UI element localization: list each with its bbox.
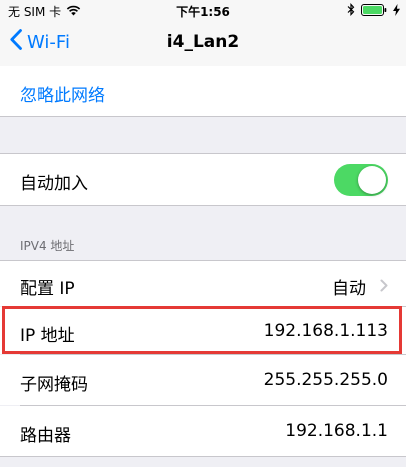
router-label: 路由器 (20, 426, 71, 446)
router-cell: 路由器 192.168.1.1 (0, 406, 406, 456)
page-title: i4_Lan2 (166, 32, 240, 52)
ipv4-section-header: IPV4 地址 (20, 239, 75, 253)
divider (0, 456, 406, 457)
divider (0, 205, 406, 206)
navigation-bar: Wi-Fi i4_Lan2 (0, 20, 406, 67)
forget-network-cell[interactable]: 忽略此网络 (0, 66, 406, 116)
bluetooth-icon (347, 2, 355, 19)
forget-network-link[interactable]: 忽略此网络 (20, 81, 105, 106)
divider (0, 116, 406, 117)
configure-ip-cell[interactable]: 配置 IP 自动 (0, 261, 406, 306)
battery-icon (361, 3, 387, 19)
ip-address-value: 192.168.1.113 (263, 321, 388, 341)
subnet-mask-value: 255.255.255.0 (263, 370, 388, 390)
configure-ip-label: 配置 IP (20, 279, 75, 299)
ip-address-label: IP 地址 (20, 326, 75, 346)
configure-ip-value: 自动 (332, 279, 366, 299)
ip-address-cell: IP 地址 192.168.1.113 (0, 307, 406, 354)
toggle-knob (358, 166, 386, 194)
status-bar: 无 SIM 卡 下午1:56 (0, 0, 406, 20)
chevron-right-icon (380, 277, 388, 297)
auto-join-cell: 自动加入 (0, 154, 406, 205)
subnet-mask-label: 子网掩码 (20, 375, 88, 395)
subnet-mask-cell: 子网掩码 255.255.255.0 (0, 355, 406, 405)
status-right (347, 2, 400, 19)
status-time: 下午1:56 (176, 5, 230, 19)
charging-bolt-icon (393, 3, 400, 19)
auto-join-label: 自动加入 (20, 174, 88, 194)
auto-join-toggle[interactable] (334, 164, 388, 196)
router-value: 192.168.1.1 (285, 421, 388, 441)
